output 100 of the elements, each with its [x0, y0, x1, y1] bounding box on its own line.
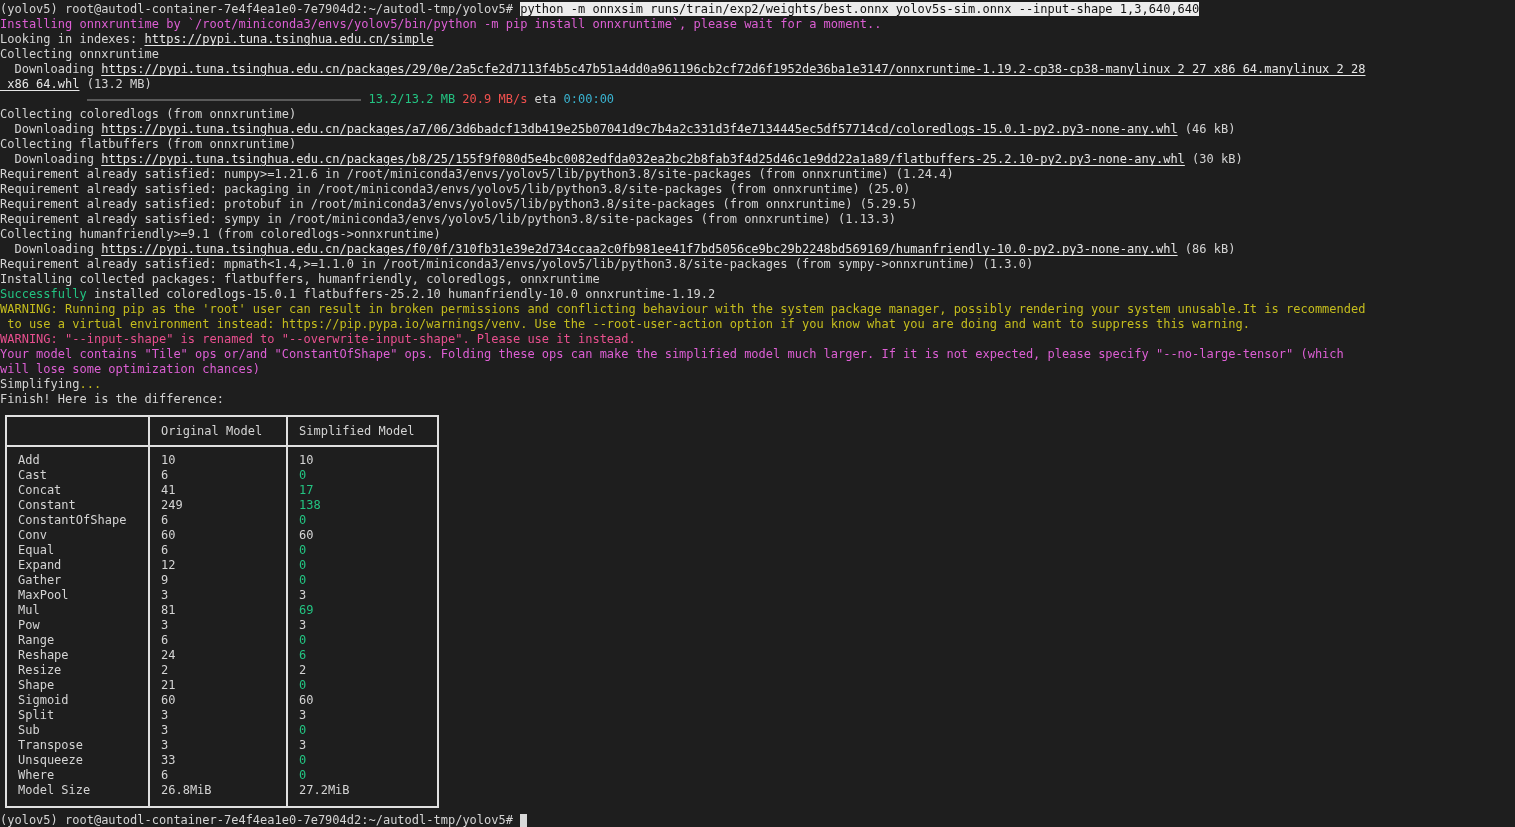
op-name: MaxPool [18, 588, 69, 602]
simplified-count: 0 [299, 573, 307, 587]
status-text: 13.2/13.2 MB [367, 92, 456, 106]
output-text: Downloading [13, 62, 95, 76]
op-name: Range [18, 633, 55, 647]
url-link[interactable]: https://pypi.tuna.tsinghua.edu.cn/packages/a7/06/3d6badcf13db419e25b07041d9c7b4a2c331d3f4e7134445ec5df57714cd/coloredlogs-15.0.1-py2.py3-none-any.whl [101, 122, 1178, 136]
simplified-count: 138 [299, 498, 321, 512]
output-text: Downloading [13, 242, 95, 256]
output-text: Finish! Here is the difference: [0, 392, 224, 406]
original-count: 3 [161, 723, 169, 737]
original-count: 12 [161, 558, 176, 572]
original-count: 60 [161, 693, 176, 707]
output-text: (86 kB) [1183, 242, 1236, 256]
warning-text: WARNING: "--input-shape" is renamed to "--overwrite-input-shape". Please use it instead. [0, 332, 636, 346]
original-count: 2 [161, 663, 169, 677]
op-name: Unsqueeze [18, 753, 84, 767]
simplified-count: 2 [299, 663, 307, 677]
op-name: ConstantOfShape [18, 513, 127, 527]
op-name: Constant [18, 498, 76, 512]
simplified-count: 17 [299, 483, 314, 497]
output-text: Requirement already satisfied: protobuf in /root/miniconda3/envs/yolov5/lib/python3.8/site-packages (from onnxruntime) (5.29.5) [0, 197, 918, 211]
output-text: Requirement already satisfied: mpmath<1.4,>=1.1.0 in /root/miniconda3/envs/yolov5/lib/python3.8/site-packages (from sympy->onnxruntime) (1.3.0) [0, 257, 1034, 271]
output-text: Installing collected packages: flatbuffers, humanfriendly, coloredlogs, onnxruntime [0, 272, 600, 286]
output-text: Requirement already satisfied: packaging in /root/miniconda3/envs/yolov5/lib/python3.8/site-packages (from onnxruntime) (25.0) [0, 182, 911, 196]
warning-text: to use a virtual environment instead: https://pip.pypa.io/warnings/venv. Use the --root-user-action option if you know what you are doing and want to suppress this warning. [6, 317, 1250, 331]
simplified-count: 0 [299, 513, 307, 527]
op-name: Expand [18, 558, 62, 572]
warning-text: ... [79, 377, 102, 391]
output-text: Collecting coloredlogs (from onnxruntime) [0, 107, 297, 121]
original-count: 81 [161, 603, 176, 617]
simplified-count: 0 [299, 558, 307, 572]
simplified-count: 0 [299, 723, 307, 737]
op-name: Transpose [18, 738, 84, 752]
url-link[interactable]: _x86_64.whl [0, 77, 80, 91]
simplified-count: 6 [299, 648, 307, 662]
simplified-count: 60 [299, 528, 314, 542]
op-name: Resize [18, 663, 62, 677]
speed-text: 20.9 MB/s [461, 92, 528, 106]
output-text: Simplifying [0, 377, 80, 391]
simplified-count: 69 [299, 603, 314, 617]
output-text: Requirement already satisfied: numpy>=1.21.6 in /root/miniconda3/envs/yolov5/lib/python3.8/site-packages (from onnxruntime) (1.24.4) [0, 167, 954, 181]
original-count: 9 [161, 573, 169, 587]
output-text: eta [533, 92, 558, 106]
shell-prompt: (yolov5) root@autodl-container-7e4f4ea1e0-7e7904d2:~/autodl-tmp/yolov5# [0, 813, 514, 827]
output-text: Looking in indexes: [0, 32, 139, 46]
output-text: (46 kB) [1183, 122, 1236, 136]
simplified-count: 3 [299, 708, 307, 722]
original-count: 6 [161, 513, 169, 527]
simplified-count: 3 [299, 618, 307, 632]
info-text: will lose some optimization chances) [0, 362, 261, 376]
original-count: 24 [161, 648, 176, 662]
op-name: Sub [18, 723, 40, 737]
output-text: installed coloredlogs-15.0.1 flatbuffers-25.2.10 humanfriendly-10.0 onnxruntime-1.19.2 [92, 287, 716, 301]
output-text: (yolov5) root@autodl-container-7e4f4ea1e0-7e7904d2:~/autodl-tmp/yolov5# [0, 2, 514, 16]
op-name: Mul [18, 603, 40, 617]
simplified-count: 3 [299, 588, 307, 602]
url-link[interactable]: https://pypi.tuna.tsinghua.edu.cn/packages/b8/25/155f9f080d5e4bc0082edfda032ea2bc2b8fab3f4d25d46c1e9dd22a1a89/flatbuffers-25.2.10-py2.py3-none-any.whl [101, 152, 1185, 166]
simplified-count: 0 [299, 768, 307, 782]
output-text: (30 kB) [1191, 152, 1243, 166]
original-count: 41 [161, 483, 176, 497]
simplified-count: 3 [299, 738, 307, 752]
output-text: Downloading [13, 152, 95, 166]
info-text: Installing onnxruntime by `/root/miniconda3/envs/yolov5/bin/python -m pip install onnxruntime`, please wait for a moment.. [0, 17, 882, 31]
op-name: Sigmoid [18, 693, 69, 707]
url-link[interactable]: https://pypi.tuna.tsinghua.edu.cn/packages/29/0e/2a5cfe2d7113f4b5c47b51a4dd0a961196cb2cf72d6f1952de36ba1e3147/onnxruntime-1.19.2-cp38-cp38-manylinux_2_27_x86_64.manylinux_2_28 [101, 62, 1366, 76]
simplified-count: 0 [299, 468, 307, 482]
op-name: Pow [18, 618, 40, 632]
url-link[interactable]: https://pypi.tuna.tsinghua.edu.cn/packages/f0/0f/310fb31e39e2d734ccaa2c0fb981ee41f7bd5056ce9bc29b2248bd569169/humanfriendly-10.0-py2.py3-none-any.whl [101, 242, 1178, 256]
op-name: Concat [18, 483, 62, 497]
op-name: Gather [18, 573, 62, 587]
op-name: Shape [18, 678, 55, 692]
original-count: 3 [161, 588, 169, 602]
command-text: python -m onnxsim runs/train/exp2/weights/best.onnx yolov5s-sim.onnx --input-shape 1,3,640,640 [520, 2, 1200, 16]
original-count: 6 [161, 768, 169, 782]
original-count: 10 [161, 453, 176, 467]
status-text: Successfully [0, 287, 87, 301]
op-name: Equal [18, 543, 55, 557]
op-name: Conv [18, 528, 47, 542]
warning-text: WARNING: Running pip as the 'root' user can result in broken permissions and conflicting behaviour with the system package manager, possibly rendering your system unusable.It is recommended [0, 302, 1366, 316]
original-count: 6 [161, 543, 169, 557]
original-count: 26.8MiB [161, 783, 212, 797]
url-link[interactable]: https://pypi.tuna.tsinghua.edu.cn/simple [144, 32, 434, 46]
original-count: 33 [161, 753, 176, 767]
output-text: Downloading [13, 122, 95, 136]
output-text: Collecting humanfriendly>=9.1 (from coloredlogs->onnxruntime) [0, 227, 441, 241]
original-count: 249 [161, 498, 183, 512]
op-name: Reshape [18, 648, 69, 662]
info-text: Your model contains "Tile" ops or/and "ConstantOfShape" ops. Folding these ops can make the simplified model much larger. If it is not expected, please specify "--no-large-tensor" (which [0, 347, 1344, 361]
op-name: Model Size [18, 783, 91, 797]
output-text: Requirement already satisfied: sympy in /root/miniconda3/envs/yolov5/lib/python3.8/site-packages (from onnxruntime) (1.13.3) [0, 212, 896, 226]
output-text: (13.2 MB) [85, 77, 152, 91]
simplified-count: 60 [299, 693, 314, 707]
original-count: 21 [161, 678, 176, 692]
output-text: Collecting flatbuffers (from onnxruntime) [0, 137, 297, 151]
op-name: Cast [18, 468, 47, 482]
column-header: Original Model [161, 423, 263, 438]
original-count: 6 [161, 468, 169, 482]
simplified-count: 0 [299, 633, 307, 647]
output-text: Collecting onnxruntime [0, 47, 159, 61]
simplified-count: 0 [299, 678, 307, 692]
